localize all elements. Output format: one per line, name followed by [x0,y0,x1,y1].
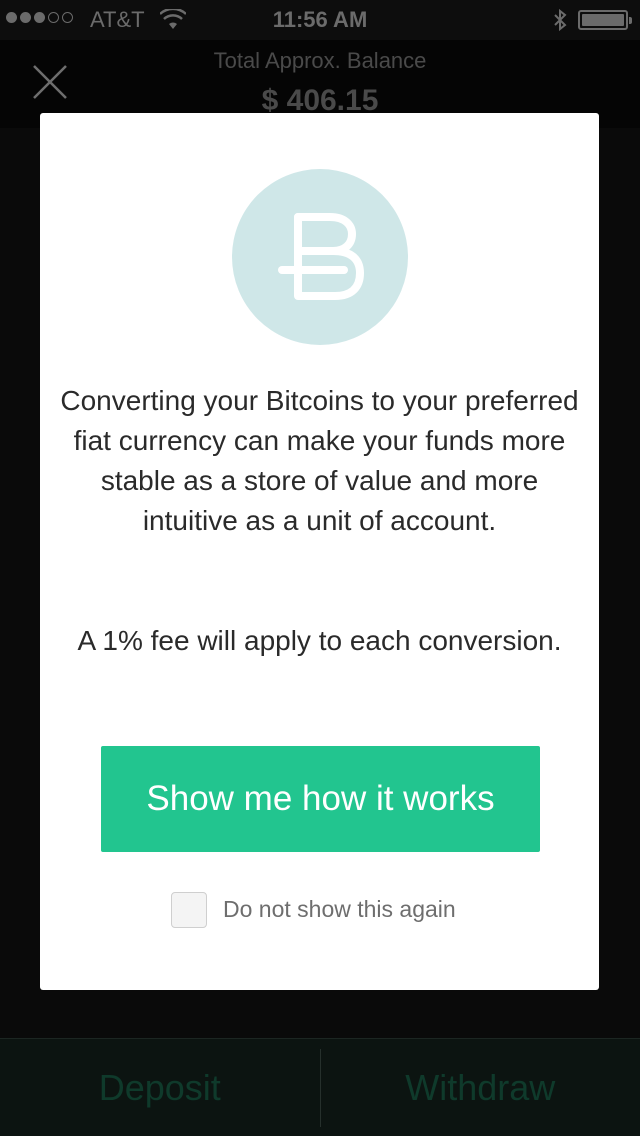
deposit-button[interactable]: Deposit [0,1039,320,1136]
battery-icon [578,10,632,30]
show-me-how-button[interactable]: Show me how it works [101,746,540,852]
status-bar: AT&T 11:56 AM [0,0,640,40]
bitreserve-b-icon [278,213,364,300]
status-time: 11:56 AM [272,7,368,32]
do-not-show-checkbox[interactable] [171,892,207,928]
conversion-message: Converting your Bitcoins to your preferr… [60,385,579,536]
withdraw-button[interactable]: Withdraw [321,1039,640,1136]
bottom-action-bar: Deposit Withdraw [0,1038,640,1136]
fee-note: A 1% fee will apply to each conversion. [77,625,562,656]
balance-label: Total Approx. Balance [213,48,427,73]
battery-fill [582,14,624,26]
logo-badge [232,169,408,345]
bluetooth-icon [554,8,567,32]
do-not-show-label[interactable]: Do not show this again [223,896,456,923]
conversion-info-modal: Converting your Bitcoins to your preferr… [40,113,599,990]
screen: AT&T 11:56 AM Total Approx. Balance $ 40… [0,0,640,1136]
